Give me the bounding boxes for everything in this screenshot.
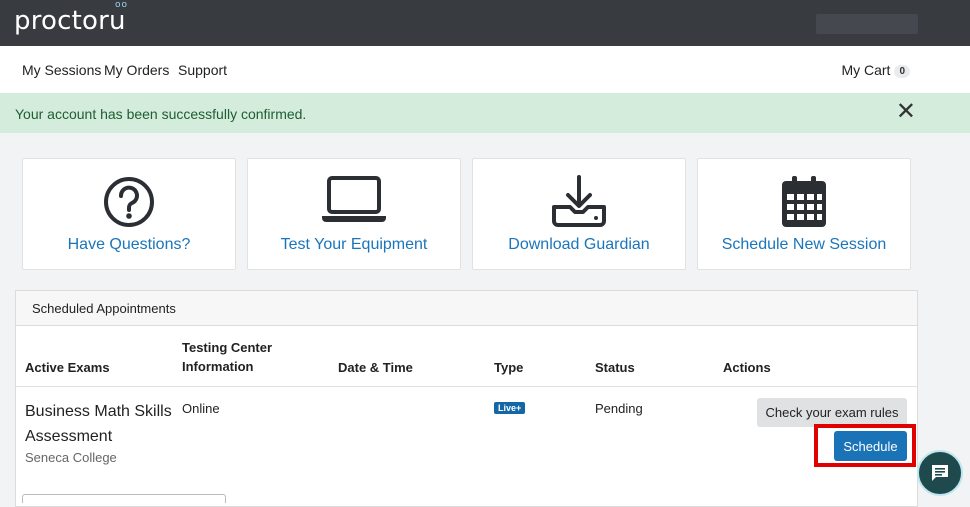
logo-u: oo u xyxy=(109,0,127,36)
calendar-icon xyxy=(782,176,826,227)
logo-text: proctor xyxy=(14,6,110,36)
scheduled-appointments-panel: Scheduled Appointments Active Exams Test… xyxy=(15,290,918,507)
card-label: Have Questions? xyxy=(67,236,191,253)
schedule-button[interactable]: Schedule xyxy=(834,431,907,461)
success-alert: Your account has been successfully confi… xyxy=(0,93,970,133)
cart-count-badge: 0 xyxy=(894,65,910,78)
column-header: Status xyxy=(595,360,635,375)
column-header: Actions xyxy=(723,360,771,375)
exam-institution: Seneca College xyxy=(25,450,117,465)
proctoru-logo[interactable]: proctor oo u xyxy=(14,0,127,36)
header-divider xyxy=(16,386,917,387)
card-have-questions[interactable]: Have Questions? xyxy=(22,158,236,270)
user-menu[interactable] xyxy=(816,14,918,34)
card-schedule-new-session[interactable]: Schedule New Session xyxy=(697,158,911,270)
nav-my-sessions[interactable]: My Sessions xyxy=(22,62,101,78)
nav-bar: My Sessions My Orders Support My Cart 0 xyxy=(0,46,970,94)
chat-button[interactable] xyxy=(917,450,963,496)
chat-icon xyxy=(932,465,948,481)
download-icon xyxy=(552,175,606,227)
type-badge: Live+ xyxy=(494,402,526,414)
card-label: Download Guardian xyxy=(508,236,650,253)
card-download-guardian[interactable]: Download Guardian xyxy=(472,158,686,270)
testing-center-info: Online xyxy=(182,401,220,416)
close-icon[interactable]: ✕ xyxy=(896,100,916,124)
check-exam-rules-button[interactable]: Check your exam rules xyxy=(757,398,907,427)
my-cart-link[interactable]: My Cart 0 xyxy=(841,62,910,78)
column-header: Testing Center Information xyxy=(182,340,273,374)
column-header: Type xyxy=(494,360,524,375)
panel-title: Scheduled Appointments xyxy=(16,291,917,326)
card-label: Test Your Equipment xyxy=(280,236,428,253)
owl-eyes-icon: oo xyxy=(115,0,129,10)
column-header: Date & Time xyxy=(338,360,413,375)
laptop-icon xyxy=(322,176,386,222)
card-label: Schedule New Session xyxy=(721,236,887,253)
status-text: Pending xyxy=(595,401,643,416)
question-circle-icon xyxy=(104,177,154,227)
exam-name: Business Math Skills Assessment xyxy=(25,403,172,445)
alert-message: Your account has been successfully confi… xyxy=(15,106,307,122)
nav-support[interactable]: Support xyxy=(178,62,227,78)
cart-label: My Cart xyxy=(841,62,891,78)
top-bar: proctor oo u xyxy=(0,0,970,46)
card-test-equipment[interactable]: Test Your Equipment xyxy=(247,158,461,270)
logo-u-text: u xyxy=(109,6,126,36)
column-header: Active Exams xyxy=(25,360,110,375)
nav-my-orders[interactable]: My Orders xyxy=(104,62,169,78)
